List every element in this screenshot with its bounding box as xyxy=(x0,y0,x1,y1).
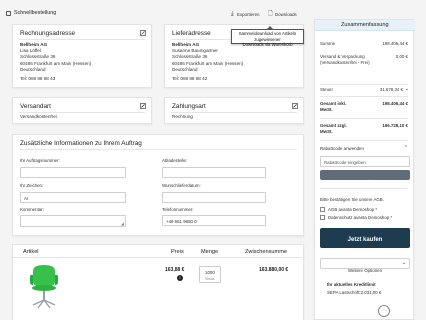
privacy-checkbox-label[interactable]: Datenschutz avanta Demoshop * xyxy=(328,215,392,220)
order-number-label: Ihr Auftragsnummer: xyxy=(20,158,60,163)
downloads-tooltip: Sammeldownload von Artikeln zugewiesener… xyxy=(231,29,304,47)
buy-now-button[interactable]: Jetzt kaufen xyxy=(320,228,410,248)
quantity-input[interactable]: 1000 Stück xyxy=(199,266,221,283)
column-quantity: Menge xyxy=(201,249,219,255)
tooltip-line-2: Downloads via Warenkorb xyxy=(242,42,293,48)
apply-rebate-button[interactable]: Anwenden xyxy=(320,170,410,184)
reference-value: AI xyxy=(24,195,29,201)
phone-input[interactable]: +49 661 9650 0 xyxy=(162,215,266,226)
billing-address-card: Rechnungsadresse Bellheim AG Lisa Löffel… xyxy=(12,24,152,88)
row-subtotal: 163.880,00 € xyxy=(259,267,289,273)
tax-value: 31.678,34 € xyxy=(379,87,403,92)
rebate-placeholder: Rabattcode eingeben xyxy=(324,159,366,165)
column-article: Artikel xyxy=(23,249,39,255)
column-price: Preis xyxy=(171,249,184,255)
chevron-up-icon[interactable]: ⌃ xyxy=(404,145,408,151)
table-row: 163,88 € i 1000 Stück 163.880,00 € xyxy=(13,259,305,320)
order-info-card: Zusätzliche Informationen zu Ihrem Auftr… xyxy=(12,134,304,236)
comment-textarea[interactable]: ◢ xyxy=(20,215,126,227)
billing-lines: Bellheim AG Lisa Löffel Schlossstraße 36… xyxy=(20,42,145,82)
tooltip-arrow xyxy=(267,26,273,29)
payment-method-title: Zahlungsart xyxy=(172,103,206,110)
phone-label: Telefonnummer: xyxy=(162,207,194,212)
rebate-label[interactable]: Rabattcode anwenden xyxy=(320,146,364,151)
edit-icon[interactable] xyxy=(140,30,146,36)
quantity-unit: Stück xyxy=(205,277,215,281)
agb-text: Bitte bestätigen Sie unsere AGB. xyxy=(320,197,384,202)
privacy-checkbox[interactable] xyxy=(320,215,325,220)
export-label: Exportieren xyxy=(237,12,260,17)
download-icon: ⤓ xyxy=(231,11,234,17)
comment-label: Kommentar: xyxy=(20,207,44,212)
order-number-input[interactable] xyxy=(20,167,126,178)
shipping-phone: Tel: 069 98 68 42 xyxy=(172,76,208,82)
chevron-down-icon[interactable]: ⌄ xyxy=(405,86,409,92)
shipping-method-value: Versandkostenfrei xyxy=(20,114,57,119)
order-info-title: Zusätzliche Informationen zu Ihrem Auftr… xyxy=(20,140,142,147)
product-image[interactable] xyxy=(27,263,61,311)
billing-phone: Tel: 069 98 68 43 xyxy=(20,76,56,82)
reference-input[interactable]: AI xyxy=(20,192,126,203)
shipping-title: Lieferadresse xyxy=(172,30,211,37)
delivery-date-label: Wunschlieferdatum: xyxy=(162,183,201,188)
chevron-down-icon: ⌄ xyxy=(401,260,406,266)
summary-header: Zusammenfassung xyxy=(315,20,415,31)
quantity-value: 1000 xyxy=(205,270,215,275)
page-title: Schnellbestellung xyxy=(14,10,57,16)
total-net-label: Gesamt zzgl. MwSt. xyxy=(320,123,347,135)
resize-handle-icon[interactable]: ◢ xyxy=(121,222,124,226)
column-subtotal: Zwischensumme xyxy=(245,249,287,255)
apply-label: Anwenden xyxy=(354,179,376,184)
reference-label: Ihr Zeichen: xyxy=(20,183,44,188)
billing-title: Rechnungsadresse xyxy=(20,30,76,37)
cart-header: Artikel Preis Menge Zwischensumme xyxy=(13,245,305,258)
quick-order-icon xyxy=(6,11,11,16)
payment-method-card: Zahlungsart Rechnung xyxy=(164,97,304,124)
cart-table: Artikel Preis Menge Zwischensumme 163,88… xyxy=(12,244,305,320)
edit-icon[interactable] xyxy=(292,103,298,109)
chat-icon[interactable] xyxy=(378,305,390,317)
total-gross-label: Gesamt inkl. MwSt. xyxy=(320,101,347,113)
agb-checkbox-label[interactable]: AGB avanta Demoshop * xyxy=(328,207,377,212)
sum-value: 198.406,44 € xyxy=(382,41,408,46)
tooltip-line-1: Sammeldownload von Artikeln zugewiesener xyxy=(238,31,297,42)
summary-title: Zusammenfassung xyxy=(341,22,389,28)
shipping-method-card: Versandart Versandkostenfrei xyxy=(12,97,152,124)
shipping-cost-label: Versand & Verpackung (Versandkostenfrei … xyxy=(320,54,370,66)
credit-limit-value: SEPA Lastschrift:2.031,00 € xyxy=(327,290,382,295)
page-header: Schnellbestellung xyxy=(6,10,306,20)
file-icon: 🗋 xyxy=(268,11,273,17)
delivery-date-input[interactable] xyxy=(162,192,266,203)
payment-method-value: Rechnung xyxy=(172,114,193,119)
total-gross-value: 198.406,44 € xyxy=(382,101,408,106)
more-options-label: Weitere Optionen xyxy=(347,268,383,273)
downloads-label: Downloads xyxy=(275,12,297,17)
credit-limit-title: Ihr aktuelles Kreditlimit xyxy=(327,282,376,287)
shipping-cost-value: 0,00 € xyxy=(395,54,408,59)
total-net-value: 166.728,10 € xyxy=(382,123,408,128)
edit-icon[interactable] xyxy=(140,103,146,109)
buy-label: Jetzt kaufen xyxy=(347,237,383,243)
pickup-input[interactable] xyxy=(162,167,266,178)
row-price: 163,88 € xyxy=(165,267,185,273)
summary-panel: Zusammenfassung Summe 198.406,44 € Versa… xyxy=(314,19,415,320)
info-icon[interactable]: i xyxy=(177,275,183,281)
pickup-label: Abladestelle: xyxy=(162,158,188,163)
tax-label: Steuer xyxy=(320,87,333,92)
shipping-lines: Bellheim AG Susanne Baumgartner Schlosss… xyxy=(172,42,297,82)
more-options-button[interactable]: Weitere Optionen ⌄ xyxy=(320,258,410,273)
rebate-input[interactable]: Rabattcode eingeben xyxy=(320,156,410,167)
phone-value: +49 661 9650 0 xyxy=(166,218,197,224)
shipping-method-title: Versandart xyxy=(20,103,51,110)
sum-label: Summe xyxy=(320,41,336,46)
agb-checkbox[interactable] xyxy=(320,207,325,212)
